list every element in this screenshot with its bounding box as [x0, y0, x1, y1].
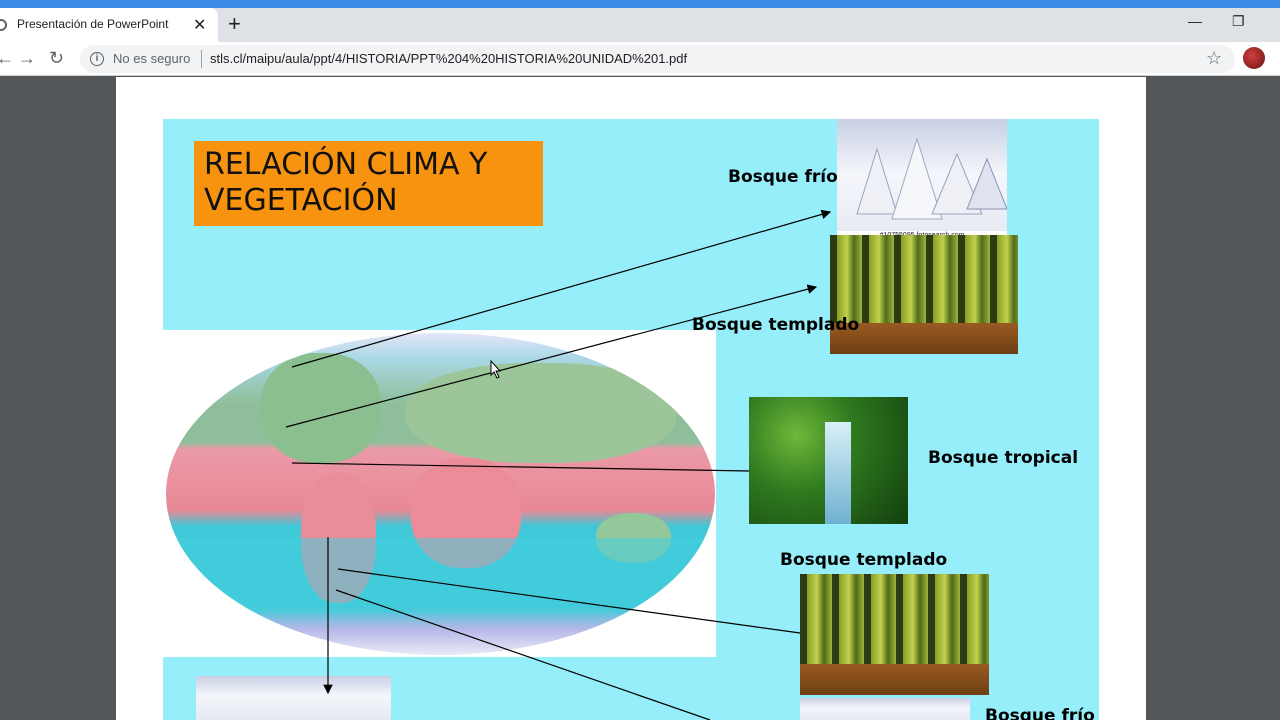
tab-globe-icon	[0, 19, 7, 31]
pdf-page: RELACIÓN CLIMA Y VEGETACIÓN #10755095 fo…	[116, 77, 1146, 720]
url-text[interactable]: stls.cl/maipu/aula/ppt/4/HISTORIA/PPT%20…	[210, 51, 687, 66]
security-label[interactable]: No es seguro	[113, 51, 190, 66]
star-icon[interactable]: ☆	[1206, 48, 1222, 69]
pdf-viewer: RELACIÓN CLIMA Y VEGETACIÓN #10755095 fo…	[0, 77, 1280, 720]
avatar[interactable]	[1243, 47, 1265, 69]
connector-arrows	[285, 209, 832, 720]
info-icon[interactable]: i	[90, 52, 104, 66]
mouse-cursor-icon	[490, 360, 502, 379]
browser-toolbar: ← → ↻ i No es seguro stls.cl/maipu/aula/…	[0, 42, 1280, 76]
reload-icon[interactable]: ↻	[49, 48, 64, 69]
forward-arrow-icon[interactable]: →	[18, 48, 36, 69]
restore-button[interactable]: ❐	[1232, 13, 1245, 30]
tab-title: Presentación de PowerPoint	[17, 17, 169, 31]
tab-presentation[interactable]: Presentación de PowerPoint ✕	[0, 8, 218, 42]
tab-bar: Presentación de PowerPoint ✕ + — ❐	[0, 8, 1280, 42]
address-bar[interactable]: i No es seguro stls.cl/maipu/aula/ppt/4/…	[80, 45, 1235, 73]
tab-close-icon[interactable]: ✕	[193, 15, 206, 35]
browser-top-strip	[0, 0, 1280, 8]
new-tab-button[interactable]: +	[228, 11, 241, 37]
back-arrow-icon[interactable]: ←	[0, 48, 14, 69]
minimize-button[interactable]: —	[1188, 13, 1202, 29]
address-separator	[201, 50, 202, 68]
